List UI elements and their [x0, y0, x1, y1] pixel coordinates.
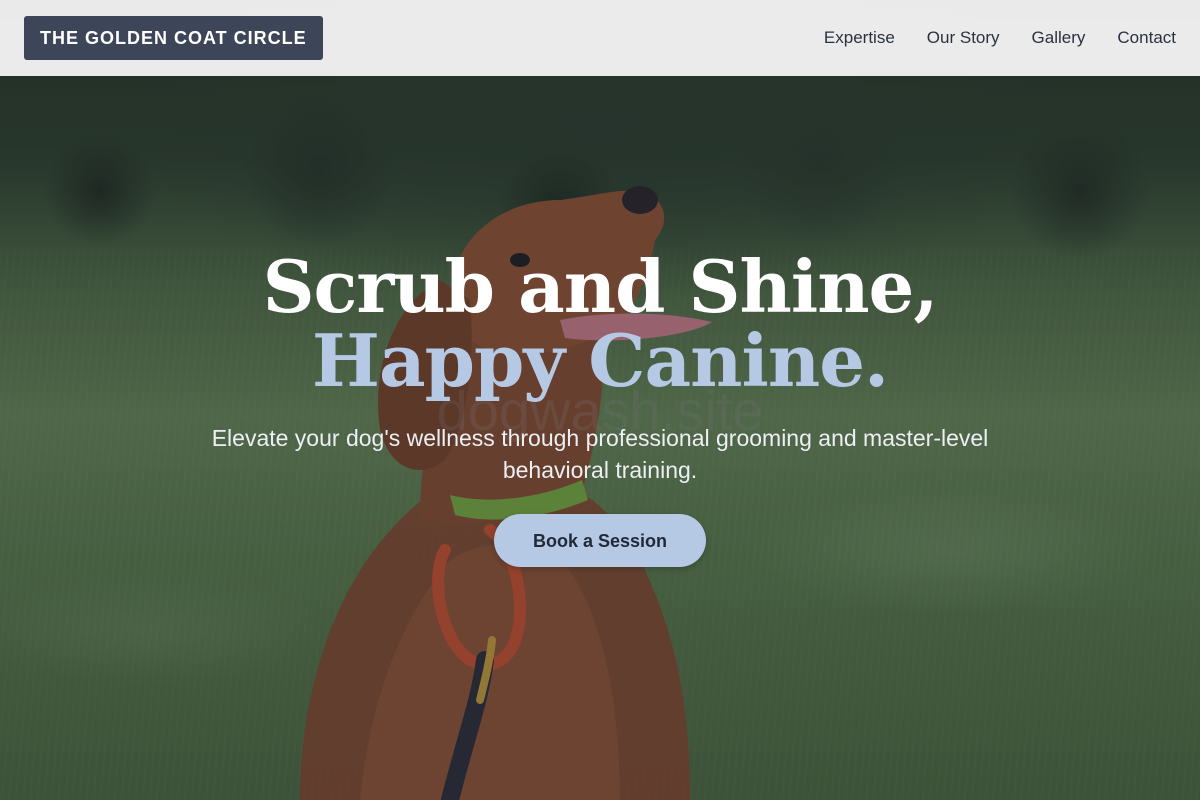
page: THE GOLDEN COAT CIRCLE Expertise Our Sto…: [0, 0, 1200, 800]
main-nav: Expertise Our Story Gallery Contact: [824, 0, 1176, 76]
site-header: THE GOLDEN COAT CIRCLE Expertise Our Sto…: [0, 0, 1200, 76]
hero-section: dogwash.site Scrub and Shine, Happy Cani…: [0, 250, 1200, 567]
hero-title-line2: Happy Canine.: [311, 318, 889, 403]
nav-link-our-story[interactable]: Our Story: [927, 28, 1000, 48]
nav-link-contact[interactable]: Contact: [1117, 28, 1176, 48]
hero-subtitle: Elevate your dog's wellness through prof…: [211, 425, 989, 483]
brand-logo[interactable]: THE GOLDEN COAT CIRCLE: [24, 16, 323, 60]
book-session-button[interactable]: Book a Session: [494, 514, 706, 567]
nav-link-gallery[interactable]: Gallery: [1032, 28, 1086, 48]
nav-link-expertise[interactable]: Expertise: [824, 28, 895, 48]
hero-title-line1: Scrub and Shine,: [262, 244, 939, 329]
hero-title: Scrub and Shine, Happy Canine.: [0, 250, 1200, 398]
